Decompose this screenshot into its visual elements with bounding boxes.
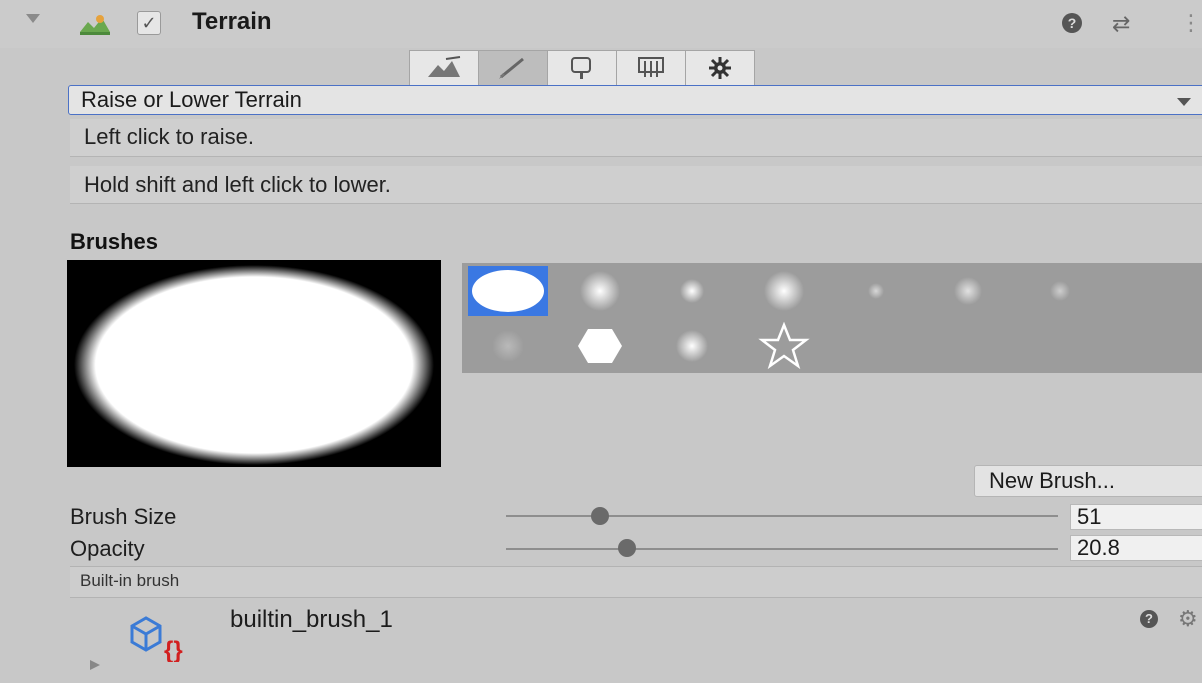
enable-checkbox[interactable]: ✓ <box>137 11 161 35</box>
gear-icon[interactable]: ⚙ <box>1178 606 1198 632</box>
settings-tab[interactable] <box>685 50 755 86</box>
opacity-slider-track[interactable] <box>506 548 1058 550</box>
brushes-heading: Brushes <box>70 229 159 254</box>
brush-grid <box>462 263 1202 373</box>
component-title: Terrain <box>192 8 272 35</box>
trees-tab[interactable] <box>547 50 617 86</box>
soft-brush <box>868 283 884 299</box>
opacity-slider-thumb[interactable] <box>618 539 637 557</box>
brush-item[interactable] <box>468 321 548 371</box>
chevron-down-icon <box>1177 98 1191 106</box>
foldout-arrow-icon[interactable] <box>90 660 100 670</box>
presets-icon[interactable]: ⇄ <box>1112 11 1130 37</box>
builtin-brush-label: Built-in brush <box>70 566 1202 598</box>
brush-asset-icon: {} <box>130 616 183 662</box>
hint-lower: Hold shift and left click to lower. <box>70 166 1202 204</box>
soft-brush <box>676 330 708 362</box>
soft-brush <box>764 271 804 311</box>
help-icon[interactable]: ? <box>1140 610 1158 628</box>
details-icon <box>638 57 664 77</box>
tool-tabs <box>409 50 755 86</box>
brush-item[interactable] <box>836 266 916 316</box>
brush-asset-name: builtin_brush_1 <box>230 606 393 633</box>
brush-item[interactable] <box>560 266 640 316</box>
soft-brush <box>1050 281 1070 301</box>
star-brush <box>758 321 810 370</box>
help-icon[interactable]: ? <box>1062 13 1082 33</box>
brush-icon <box>499 57 524 79</box>
gear-icon <box>709 57 731 79</box>
faint-brush <box>492 330 524 362</box>
brush-item-selected[interactable] <box>468 266 548 316</box>
svg-text:{}: {} <box>164 637 183 662</box>
brush-size-field[interactable]: 51 <box>1070 504 1202 530</box>
brush-preview-image <box>74 265 434 465</box>
hard-circle-brush <box>472 270 544 312</box>
brush-item[interactable] <box>652 321 732 371</box>
brush-size-label: Brush Size <box>70 504 177 529</box>
hint-raise: Left click to raise. <box>70 119 1202 157</box>
brush-size-slider-thumb[interactable] <box>590 507 609 525</box>
brush-item[interactable] <box>1020 266 1100 316</box>
foldout-arrow-icon[interactable] <box>26 14 40 23</box>
tree-icon <box>571 57 591 79</box>
brush-item[interactable] <box>652 266 732 316</box>
soft-brush <box>580 271 620 311</box>
brush-item[interactable] <box>744 321 824 371</box>
noise-brush <box>954 277 982 305</box>
details-tab[interactable] <box>616 50 686 86</box>
brush-size-slider-track[interactable] <box>506 515 1058 517</box>
opacity-label: Opacity <box>70 536 145 561</box>
brush-preview <box>67 260 441 467</box>
inspector-header: ✓ Terrain ? ⇄ ⋮ <box>0 0 1202 48</box>
opacity-field[interactable]: 20.8 <box>1070 535 1202 561</box>
brush-item[interactable] <box>928 266 1008 316</box>
terrain-icon <box>80 15 110 35</box>
paint-tab[interactable] <box>478 50 548 86</box>
menu-icon[interactable]: ⋮ <box>1180 10 1202 36</box>
tool-dropdown-value: Raise or Lower Terrain <box>81 87 302 112</box>
tool-dropdown[interactable]: Raise or Lower Terrain <box>68 85 1202 115</box>
soft-brush <box>680 279 704 303</box>
hexagon-brush <box>578 329 622 363</box>
brush-item[interactable] <box>560 321 640 371</box>
mountain-paint-icon <box>428 56 461 77</box>
brush-item[interactable] <box>744 266 824 316</box>
raise-lower-tab[interactable] <box>409 50 479 86</box>
new-brush-button[interactable]: New Brush... <box>974 465 1202 497</box>
